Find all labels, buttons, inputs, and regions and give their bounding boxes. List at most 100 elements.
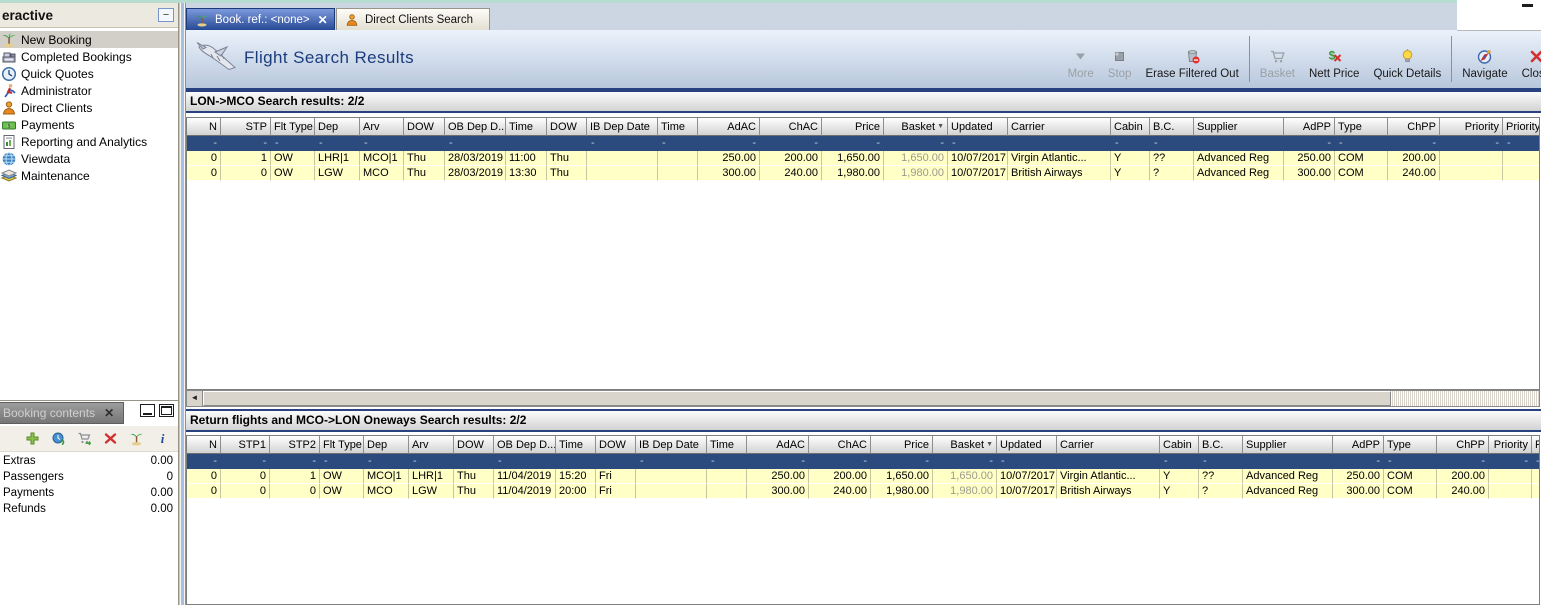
sidebar-item-payments[interactable]: $ Payments — [0, 116, 178, 133]
cell-ob-dep-d[interactable]: 11/04/2019 — [494, 484, 556, 499]
cell-basket[interactable]: 1,650.00 — [933, 469, 997, 484]
column-header-carrier[interactable]: Carrier — [1008, 118, 1111, 136]
cell-cabin[interactable]: Y — [1160, 484, 1199, 499]
column-header-cabin[interactable]: Cabin — [1111, 118, 1150, 136]
filter-cell[interactable]: - — [1284, 136, 1335, 151]
column-header-priority[interactable]: Priority — [1489, 436, 1532, 454]
world-clock-icon[interactable] — [51, 431, 66, 446]
more-button[interactable]: More — [1061, 34, 1101, 84]
cell-chpp[interactable]: 240.00 — [1437, 484, 1489, 499]
cell-basket[interactable]: 1,980.00 — [884, 166, 948, 181]
sidebar-item-maintenance[interactable]: Maintenance — [0, 167, 178, 184]
column-header-adpp[interactable]: AdPP — [1284, 118, 1335, 136]
filter-cell[interactable] — [1194, 136, 1284, 151]
column-header-adac[interactable]: AdAC — [747, 436, 809, 454]
filter-cell[interactable]: - — [1335, 136, 1388, 151]
cell-price[interactable]: 1,650.00 — [822, 151, 884, 166]
tab-close-icon[interactable]: ✕ — [104, 406, 114, 420]
column-header-dep[interactable]: Dep — [364, 436, 409, 454]
column-header-arv[interactable]: Arv — [409, 436, 454, 454]
filter-cell[interactable]: - — [636, 454, 707, 469]
sidebar-item-viewdata[interactable]: Viewdata — [0, 150, 178, 167]
column-header-basket[interactable]: Basket ▼ — [933, 436, 997, 454]
cell-type[interactable]: COM — [1384, 469, 1437, 484]
cell-basket[interactable]: 1,650.00 — [884, 151, 948, 166]
cell-supplier[interactable]: Advanced Reg — [1194, 151, 1284, 166]
cell-ib-dep-date[interactable] — [636, 469, 707, 484]
filter-cell[interactable]: - — [1440, 136, 1503, 151]
filter-cell[interactable]: - — [1388, 136, 1440, 151]
result-row[interactable]: 0 0 0 OW MCO LGW Thu 11/04/2019 20:00 Fri 300.00 24… — [187, 484, 1539, 499]
cell-n[interactable]: 0 — [187, 469, 221, 484]
cell-stp1[interactable]: 0 — [221, 484, 270, 499]
cell-price[interactable]: 1,980.00 — [822, 166, 884, 181]
cell-supplier[interactable]: Advanced Reg — [1243, 484, 1333, 499]
sidebar-item-new-booking[interactable]: New Booking — [0, 31, 178, 48]
cell-dow[interactable]: Thu — [454, 484, 494, 499]
minimize-button[interactable] — [140, 404, 155, 417]
sidebar-item-reporting-and-analytics[interactable]: Reporting and Analytics — [0, 133, 178, 150]
cell-ob-dep-d[interactable]: 11/04/2019 — [494, 469, 556, 484]
cell-b-c[interactable]: ?? — [1150, 151, 1194, 166]
cell-n[interactable]: 0 — [187, 484, 221, 499]
cell-ob-dep-d[interactable]: 28/03/2019 — [445, 166, 506, 181]
filter-cell[interactable]: - — [1503, 136, 1539, 151]
column-header-updated[interactable]: Updated — [997, 436, 1057, 454]
column-header-flt-type[interactable]: Flt Type — [320, 436, 364, 454]
horizontal-scrollbar[interactable]: ◄ — [186, 390, 1540, 407]
column-header-stp[interactable]: STP — [221, 118, 271, 136]
filter-cell[interactable]: - — [409, 454, 454, 469]
cell-supplier[interactable]: Advanced Reg — [1243, 469, 1333, 484]
cell-updated[interactable]: 10/07/2017 — [997, 469, 1057, 484]
filter-cell[interactable]: - — [271, 136, 315, 151]
cell-b-c[interactable]: ? — [1150, 166, 1194, 181]
filter-cell[interactable]: - — [221, 454, 270, 469]
filter-cell[interactable]: - — [698, 136, 760, 151]
cell-flt-type[interactable]: OW — [271, 151, 315, 166]
filter-cell[interactable]: - — [884, 136, 948, 151]
filter-cell[interactable]: - — [364, 454, 409, 469]
column-header-p[interactable]: P — [1532, 436, 1539, 454]
cell-p[interactable] — [1532, 469, 1539, 484]
cell-ib-dep-date[interactable] — [636, 484, 707, 499]
cell-price[interactable]: 1,650.00 — [871, 469, 933, 484]
column-header-stp1[interactable]: STP1 — [221, 436, 270, 454]
info-icon[interactable]: i — [155, 431, 170, 446]
column-header-priority[interactable]: Priority — [1440, 118, 1503, 136]
cell-flt-type[interactable]: OW — [320, 484, 364, 499]
cell-dep[interactable]: LGW — [315, 166, 360, 181]
filter-cell[interactable] — [454, 454, 494, 469]
filter-cell[interactable]: - — [871, 454, 933, 469]
cell-priority[interactable] — [1489, 484, 1532, 499]
cell-chac[interactable]: 240.00 — [760, 166, 822, 181]
column-header-chac[interactable]: ChAC — [760, 118, 822, 136]
window-minimize-icon[interactable] — [1522, 4, 1533, 7]
maximize-button[interactable] — [159, 404, 174, 417]
cell-dow[interactable]: Thu — [547, 166, 587, 181]
column-header-ib-dep-date[interactable]: IB Dep Date — [636, 436, 707, 454]
cell-adac[interactable]: 250.00 — [698, 151, 760, 166]
tab-booking-ref[interactable]: Book. ref.: <none> ✕ — [186, 8, 335, 30]
cell-type[interactable]: COM — [1335, 166, 1388, 181]
sidebar-item-administrator[interactable]: Administrator — [0, 82, 178, 99]
filter-cell[interactable]: - — [1111, 136, 1150, 151]
cell-carrier[interactable]: British Airways — [1008, 166, 1111, 181]
cell-priority[interactable] — [1489, 469, 1532, 484]
cell-chpp[interactable]: 240.00 — [1388, 166, 1440, 181]
column-header-b-c[interactable]: B.C. — [1150, 118, 1194, 136]
cell-chac[interactable]: 240.00 — [809, 484, 871, 499]
column-header-price[interactable]: Price — [822, 118, 884, 136]
column-header-dow[interactable]: DOW — [596, 436, 636, 454]
column-header-ib-dep-date[interactable]: IB Dep Date — [587, 118, 658, 136]
cell-stp[interactable]: 0 — [221, 166, 271, 181]
delete-icon[interactable] — [103, 431, 118, 446]
filter-cell[interactable]: - — [320, 454, 364, 469]
quick-details-button[interactable]: Quick Details — [1366, 34, 1448, 84]
filter-cell[interactable]: - — [997, 454, 1057, 469]
cell-supplier[interactable]: Advanced Reg — [1194, 166, 1284, 181]
column-header-cabin[interactable]: Cabin — [1160, 436, 1199, 454]
filter-cell[interactable]: - — [822, 136, 884, 151]
nett-price-button[interactable]: $ Nett Price — [1302, 34, 1367, 84]
column-header-supplier[interactable]: Supplier — [1243, 436, 1333, 454]
cell-time[interactable] — [707, 484, 747, 499]
